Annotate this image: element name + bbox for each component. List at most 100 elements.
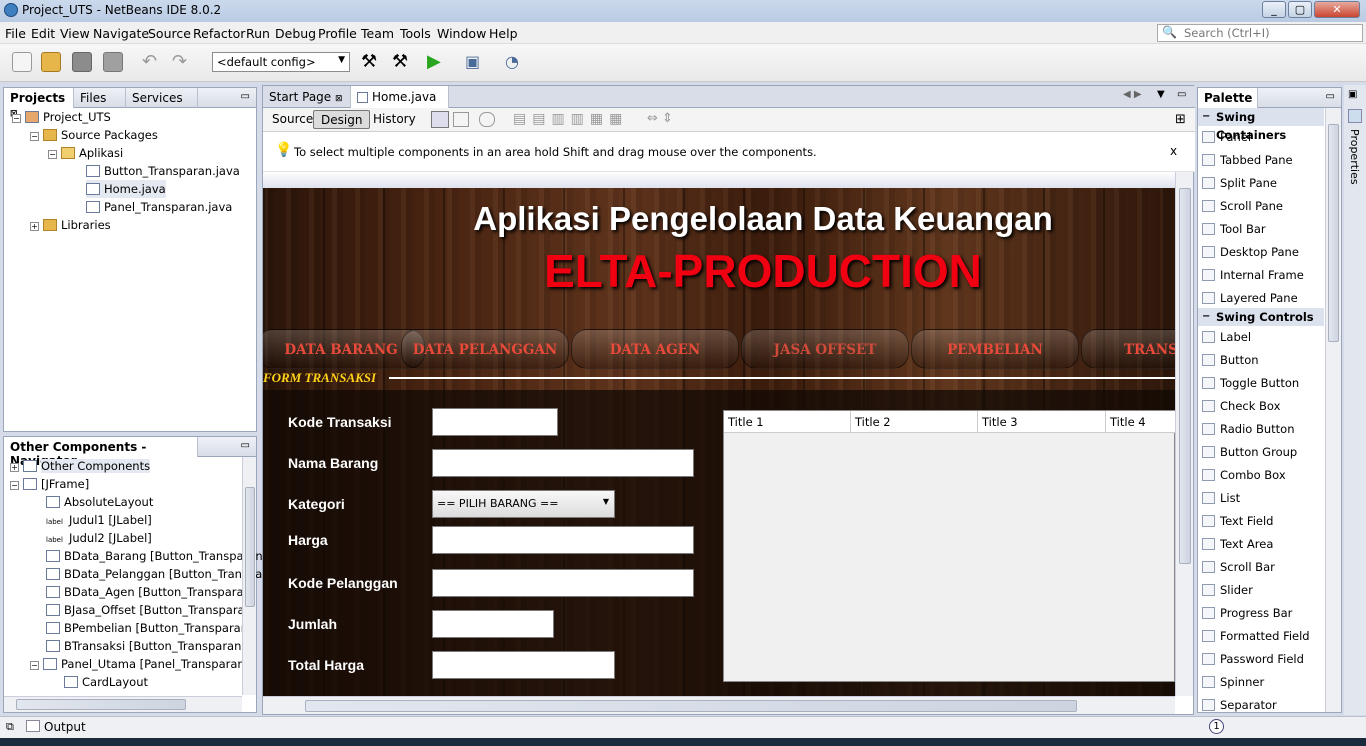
- harga-field[interactable]: [432, 526, 694, 554]
- title-label-judul1[interactable]: Aplikasi Pengelolaan Data Keuangan: [263, 200, 1175, 238]
- minimize-button[interactable]: _: [1262, 1, 1286, 18]
- menu-view[interactable]: View: [60, 26, 90, 41]
- hscroll-thumb[interactable]: [16, 699, 186, 710]
- tab-projects[interactable]: Projects ⊠: [4, 88, 74, 119]
- menu-window[interactable]: Window: [437, 26, 486, 41]
- jframe-preview[interactable]: Aplikasi Pengelolaan Data Keuangan ELTA-…: [263, 188, 1175, 696]
- tab-home-java[interactable]: Home.java ⊠: [351, 86, 449, 118]
- menu-source[interactable]: Source: [148, 26, 191, 41]
- maximize-button[interactable]: ▢: [1288, 1, 1312, 18]
- tab-start-page[interactable]: Start Page ⊠: [263, 86, 351, 108]
- kode-transaksi-field[interactable]: [432, 408, 558, 436]
- palette-item-label[interactable]: Label: [1198, 326, 1324, 349]
- nav-bjasa-offset[interactable]: BJasa_Offset [Button_Transparan]: [46, 601, 256, 619]
- palette-item-desktop-pane[interactable]: Desktop Pane: [1198, 241, 1324, 264]
- properties-icon[interactable]: [1348, 109, 1362, 123]
- scrollbar-thumb[interactable]: [1179, 188, 1191, 564]
- palette-item-slider[interactable]: Slider: [1198, 579, 1324, 602]
- properties-tab[interactable]: Properties: [1348, 129, 1361, 185]
- palette-item-text-area[interactable]: Text Area: [1198, 533, 1324, 556]
- design-button[interactable]: Design: [313, 110, 371, 129]
- palette-item-radio-button[interactable]: Radio Button: [1198, 418, 1324, 441]
- tree-source-packages[interactable]: − Source Packages: [30, 126, 158, 144]
- table-header[interactable]: Title 4: [1106, 411, 1175, 433]
- menu-refactor[interactable]: Refactor: [193, 26, 245, 41]
- table-header[interactable]: Title 3: [978, 411, 1106, 433]
- nav-bdata-barang[interactable]: BData_Barang [Button_Transparan]: [46, 547, 267, 565]
- nav-button-data-agen[interactable]: DATA AGEN: [571, 329, 739, 369]
- output-tab[interactable]: Output: [44, 720, 86, 734]
- new-project-icon[interactable]: [41, 52, 61, 72]
- transaction-table[interactable]: Title 1 Title 2 Title 3 Title 4: [723, 410, 1175, 682]
- nav-jframe[interactable]: − [JFrame]: [10, 475, 89, 493]
- menu-help[interactable]: Help: [489, 26, 518, 41]
- design-vscrollbar[interactable]: [1175, 172, 1193, 696]
- palette-item-button-group[interactable]: Button Group: [1198, 441, 1324, 464]
- tree-file-home[interactable]: Home.java: [86, 180, 166, 198]
- nav-panel-utama[interactable]: − Panel_Utama [Panel_Transparan]: [30, 655, 249, 673]
- palette-item-spinner[interactable]: Spinner: [1198, 671, 1324, 694]
- search-input[interactable]: 🔍 Search (Ctrl+I): [1157, 24, 1363, 42]
- palette-item-toggle-button[interactable]: Toggle Button: [1198, 372, 1324, 395]
- nav-other-components[interactable]: + Other Components: [10, 457, 151, 475]
- menu-edit[interactable]: Edit: [31, 26, 55, 41]
- tab-list-icon[interactable]: ▼: [1157, 89, 1165, 100]
- nama-barang-field[interactable]: [432, 449, 694, 477]
- clean-build-icon[interactable]: ⚒: [392, 52, 412, 72]
- add-icon[interactable]: ⊞: [1175, 112, 1186, 127]
- palette-item-text-field[interactable]: Text Field: [1198, 510, 1324, 533]
- table-header[interactable]: Title 1: [724, 411, 851, 433]
- profile-icon[interactable]: ◔: [505, 52, 525, 72]
- palette-item-separator[interactable]: Separator: [1198, 694, 1324, 712]
- menu-file[interactable]: File: [5, 26, 26, 41]
- palette-item-progress-bar[interactable]: Progress Bar: [1198, 602, 1324, 625]
- palette-category-containers[interactable]: − Swing Containers: [1198, 108, 1324, 142]
- maximize-editor-icon[interactable]: ▭: [1177, 89, 1186, 100]
- close-window-button[interactable]: ✕: [1314, 1, 1360, 18]
- config-select[interactable]: <default config> ▼: [212, 52, 350, 72]
- scrollbar-thumb[interactable]: [1328, 124, 1339, 342]
- hscroll-thumb[interactable]: [305, 700, 1077, 712]
- notification-badge[interactable]: 1: [1209, 719, 1224, 734]
- save-all-icon[interactable]: [103, 52, 123, 72]
- palette-item-layered-pane[interactable]: Layered Pane: [1198, 287, 1324, 310]
- nav-button-transaksi[interactable]: TRANSA: [1081, 329, 1175, 369]
- tab-files[interactable]: Files: [74, 88, 126, 108]
- nav-bpembelian[interactable]: BPembelian [Button_Transparan]: [46, 619, 253, 637]
- palette-item-internal-frame[interactable]: Internal Frame: [1198, 264, 1324, 287]
- navigator-scrollbar[interactable]: [242, 457, 256, 695]
- palette-category-controls[interactable]: − Swing Controls: [1198, 308, 1324, 326]
- total-harga-field[interactable]: [432, 651, 615, 679]
- nav-button-pembelian[interactable]: PEMBELIAN: [911, 329, 1079, 369]
- minimize-panel-icon[interactable]: ▭: [241, 440, 250, 451]
- undo-icon[interactable]: ↶: [142, 52, 162, 72]
- menu-run[interactable]: Run: [246, 26, 270, 41]
- palette-item-scroll-pane[interactable]: Scroll Pane: [1198, 195, 1324, 218]
- palette-item-scroll-bar[interactable]: Scroll Bar: [1198, 556, 1324, 579]
- scrollbar-thumb[interactable]: [245, 487, 255, 607]
- tab-services[interactable]: Services: [126, 88, 198, 108]
- resize-icons[interactable]: ⇔ ⇕: [647, 111, 673, 126]
- palette-item-panel[interactable]: Panel: [1198, 126, 1324, 149]
- nav-button-data-pelanggan[interactable]: DATA PELANGGAN: [401, 329, 569, 369]
- hint-close-button[interactable]: x: [1170, 144, 1177, 158]
- restore-icon[interactable]: ⧉: [6, 720, 14, 734]
- menu-profile[interactable]: Profile: [318, 26, 357, 41]
- nav-button-jasa-offset[interactable]: JASA OFFSET: [741, 329, 909, 369]
- menu-tools[interactable]: Tools: [400, 26, 431, 41]
- nav-bdata-pelanggan[interactable]: BData_Pelanggan [Button_Transpar: [46, 565, 267, 583]
- align-icons[interactable]: ▤▤▥▥▦▦: [513, 111, 628, 127]
- redo-icon[interactable]: ↷: [172, 52, 192, 72]
- tree-file-panel-transparan[interactable]: Panel_Transparan.java: [86, 198, 232, 216]
- design-hscrollbar[interactable]: [263, 696, 1175, 714]
- build-hammer-icon[interactable]: ⚒: [361, 52, 381, 72]
- navigator-hscrollbar[interactable]: [4, 696, 242, 712]
- nav-bdata-agen[interactable]: BData_Agen [Button_Transparan]: [46, 583, 255, 601]
- window-icon[interactable]: ▣: [1348, 89, 1357, 100]
- jumlah-field[interactable]: [432, 610, 554, 638]
- open-project-icon[interactable]: [72, 52, 92, 72]
- nav-cardlayout[interactable]: CardLayout: [64, 673, 148, 691]
- menu-team[interactable]: Team: [361, 26, 394, 41]
- minimize-panel-icon[interactable]: ▭: [241, 91, 250, 102]
- tree-libraries[interactable]: + Libraries: [30, 216, 111, 234]
